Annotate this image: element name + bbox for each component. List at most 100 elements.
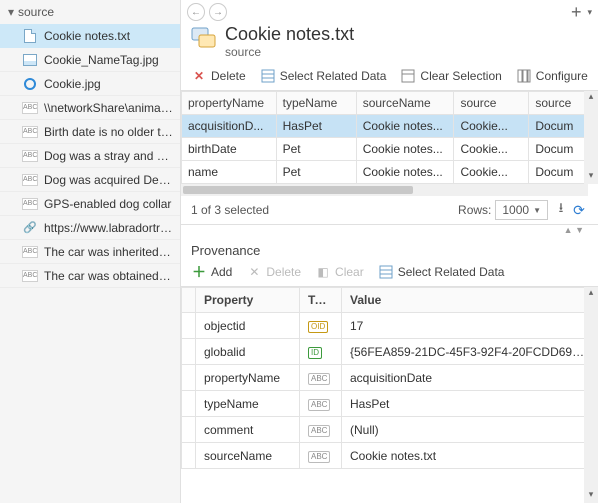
sidebar-item-label: Cookie notes.txt	[44, 29, 174, 43]
add-button[interactable]: +	[565, 2, 588, 23]
rows-dropdown[interactable]: 1000▼	[495, 200, 548, 220]
download-button[interactable]: ⭳	[552, 201, 570, 219]
prov-property: propertyName	[196, 365, 300, 391]
prov-row[interactable]: sourceNameABCCookie notes.txt	[182, 443, 598, 469]
provenance-table[interactable]: PropertyTypeValueobjectidOID17globalidID…	[181, 287, 598, 469]
sidebar-item[interactable]: Cookie notes.txt	[0, 24, 180, 48]
prov-header-row: PropertyTypeValue	[182, 288, 598, 313]
record-header: Cookie notes.txt source	[181, 24, 598, 65]
sidebar-header[interactable]: ▾ source	[0, 0, 180, 24]
prov-row[interactable]: commentABC(Null)	[182, 417, 598, 443]
row-handle[interactable]	[182, 417, 196, 443]
sidebar-item[interactable]: ABCGPS-enabled dog collar	[0, 192, 180, 216]
prov-col-header[interactable]: Type	[300, 288, 342, 313]
sidebar-item-label: Birth date is no older than	[44, 125, 174, 139]
rows-label: Rows:	[458, 203, 491, 217]
sidebar-item[interactable]: ABCDog was a stray and was	[0, 144, 180, 168]
select-related-button[interactable]: Select Related Data	[260, 68, 387, 84]
select-related-icon	[260, 68, 276, 84]
nav-back-button[interactable]: ←	[187, 3, 205, 21]
chevron-down-icon: ▾	[6, 5, 16, 19]
prov-value[interactable]: Cookie notes.txt	[342, 443, 598, 469]
row-handle[interactable]	[182, 339, 196, 365]
refresh-button[interactable]: ⟳	[570, 201, 588, 219]
configure-button[interactable]: Configure	[516, 68, 588, 84]
prov-value[interactable]: 17	[342, 313, 598, 339]
sidebar-item[interactable]: ABCDog was acquired Dec 20	[0, 168, 180, 192]
grid-col-header[interactable]: sourceName	[356, 92, 454, 115]
prov-row[interactable]: globalidID{56FEA859-21DC-45F3-92F4-20FCD…	[182, 339, 598, 365]
provenance-wrap: PropertyTypeValueobjectidOID17globalidID…	[181, 287, 598, 503]
row-handle[interactable]	[182, 313, 196, 339]
sidebar-item[interactable]: Cookie_NameTag.jpg	[0, 48, 180, 72]
grid-cell: Cookie...	[454, 115, 529, 138]
delete-icon: ✕	[246, 264, 262, 280]
sidebar-item[interactable]: Cookie.jpg	[0, 72, 180, 96]
prov-value[interactable]: (Null)	[342, 417, 598, 443]
grid-cell: Cookie...	[454, 161, 529, 184]
nav-forward-button[interactable]: →	[209, 3, 227, 21]
prov-property: globalid	[196, 339, 300, 365]
prov-add-button[interactable]: ＋Add	[191, 264, 232, 280]
sidebar-item-label: Cookie.jpg	[44, 77, 174, 91]
sidebar-item[interactable]: ABC\\networkShare\animal ce	[0, 96, 180, 120]
grid-toolbar: ✕Delete Select Related Data Clear Select…	[181, 65, 598, 91]
sidebar-item[interactable]: ABCBirth date is no older than	[0, 120, 180, 144]
data-grid[interactable]: propertyNametypeNamesourceNamesourcesour…	[181, 91, 598, 184]
grid-cell: Cookie...	[454, 138, 529, 161]
panel-resize-grip[interactable]: ▲ ▼	[181, 225, 598, 235]
grid-cell: Cookie notes...	[356, 115, 454, 138]
grid-row[interactable]: birthDatePetCookie notes...Cookie...Docu…	[182, 138, 598, 161]
prov-delete-button: ✕Delete	[246, 264, 301, 280]
record-title: Cookie notes.txt	[225, 24, 354, 45]
sidebar-item[interactable]: ABCThe car was inherited from	[0, 240, 180, 264]
prov-type: ABC	[300, 443, 342, 469]
prov-col-header[interactable]: Value	[342, 288, 598, 313]
prov-row[interactable]: propertyNameABCacquisitionDate	[182, 365, 598, 391]
select-related-icon	[378, 264, 394, 280]
grid-col-header[interactable]: source	[454, 92, 529, 115]
prov-row[interactable]: typeNameABCHasPet	[182, 391, 598, 417]
prov-col-header[interactable]: Property	[196, 288, 300, 313]
prov-type: ABC	[300, 365, 342, 391]
prov-select-related-button[interactable]: Select Related Data	[378, 264, 505, 280]
grid-col-header[interactable]: propertyName	[182, 92, 277, 115]
grid-cell: name	[182, 161, 277, 184]
add-dropdown-icon[interactable]: ▾	[587, 7, 592, 18]
source-sidebar: ▾ source Cookie notes.txt Cookie_NameTag.…	[0, 0, 181, 503]
prov-property: comment	[196, 417, 300, 443]
grid-hscrollbar[interactable]	[181, 184, 588, 196]
grid-row[interactable]: acquisitionD...HasPetCookie notes...Cook…	[182, 115, 598, 138]
sidebar-item[interactable]: ABCThe car was obtained from	[0, 264, 180, 288]
sidebar-item-label: Dog was a stray and was	[44, 149, 174, 163]
prov-vscrollbar[interactable]: ▴▾	[584, 287, 598, 503]
record-subtitle: source	[225, 45, 354, 59]
grid-status-bar: 1 of 3 selected Rows: 1000▼ ⭳ ⟳	[181, 196, 598, 225]
sidebar-title: source	[18, 5, 54, 19]
row-handle[interactable]	[182, 391, 196, 417]
prov-property: sourceName	[196, 443, 300, 469]
prov-value[interactable]: HasPet	[342, 391, 598, 417]
prov-value[interactable]: {56FEA859-21DC-45F3-92F4-20FCDD69B60C}	[342, 339, 598, 365]
sidebar-item-label: \\networkShare\animal ce	[44, 101, 174, 115]
provenance-title: Provenance	[181, 235, 598, 264]
row-handle[interactable]	[182, 365, 196, 391]
row-handle[interactable]	[182, 443, 196, 469]
caret-down-icon: ▼	[533, 206, 541, 215]
delete-button[interactable]: ✕Delete	[191, 68, 246, 84]
grid-row[interactable]: namePetCookie notes...Cookie...Docum	[182, 161, 598, 184]
sidebar-item[interactable]: 🔗https://www.labradortrain	[0, 216, 180, 240]
prov-clear-button: ◧Clear	[315, 264, 364, 280]
grid-col-header[interactable]: typeName	[276, 92, 356, 115]
grid-vscrollbar[interactable]: ▴▾	[584, 91, 598, 184]
prov-property: objectid	[196, 313, 300, 339]
grid-header-row: propertyNametypeNamesourceNamesourcesour…	[182, 92, 598, 115]
clear-selection-button[interactable]: Clear Selection	[400, 68, 501, 84]
prov-row[interactable]: objectidOID17	[182, 313, 598, 339]
plus-icon: ＋	[191, 264, 207, 280]
prov-value[interactable]: acquisitionDate	[342, 365, 598, 391]
prov-type: OID	[300, 313, 342, 339]
sidebar-item-label: The car was inherited from	[44, 245, 174, 259]
eraser-icon: ◧	[315, 264, 331, 280]
grid-cell: Cookie notes...	[356, 138, 454, 161]
